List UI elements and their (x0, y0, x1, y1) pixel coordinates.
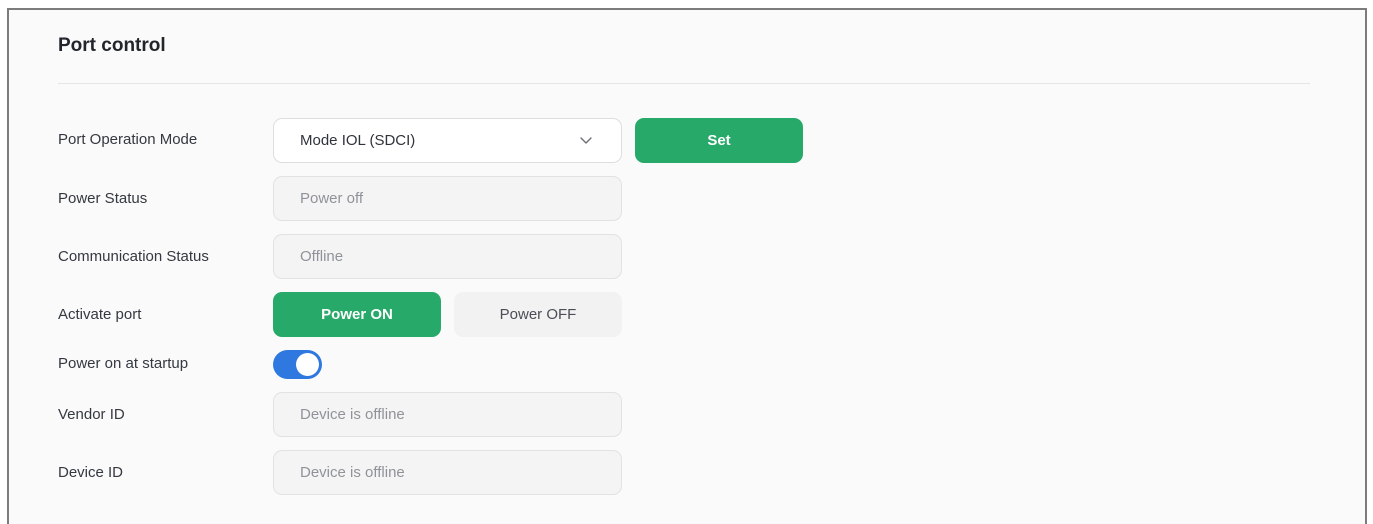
vendor-id-field[interactable]: Device is offline (273, 392, 622, 437)
power-on-startup-label: Power on at startup (58, 355, 189, 372)
power-on-button[interactable]: Power ON (273, 292, 441, 337)
device-id-label: Device ID (58, 464, 124, 481)
toggle-knob (296, 353, 319, 376)
port-operation-mode-label: Port Operation Mode (58, 131, 198, 148)
port-operation-mode-value: Mode IOL (SDCI) (300, 132, 416, 149)
activate-port-label: Activate port (58, 306, 142, 323)
power-status-field[interactable]: Power off (273, 176, 622, 221)
communication-status-label: Communication Status (58, 248, 209, 265)
divider (58, 83, 1310, 84)
power-status-label: Power Status (58, 190, 148, 207)
device-id-field[interactable]: Device is offline (273, 450, 622, 495)
page-title: Port control (58, 35, 166, 56)
vendor-id-label: Vendor ID (58, 406, 125, 423)
chevron-down-icon (580, 137, 592, 144)
port-control-panel (7, 8, 1367, 524)
power-on-startup-toggle[interactable] (273, 350, 322, 379)
power-off-button[interactable]: Power OFF (454, 292, 622, 337)
set-button[interactable]: Set (635, 118, 803, 163)
communication-status-field[interactable]: Offline (273, 234, 622, 279)
port-operation-mode-select[interactable]: Mode IOL (SDCI) (273, 118, 622, 163)
